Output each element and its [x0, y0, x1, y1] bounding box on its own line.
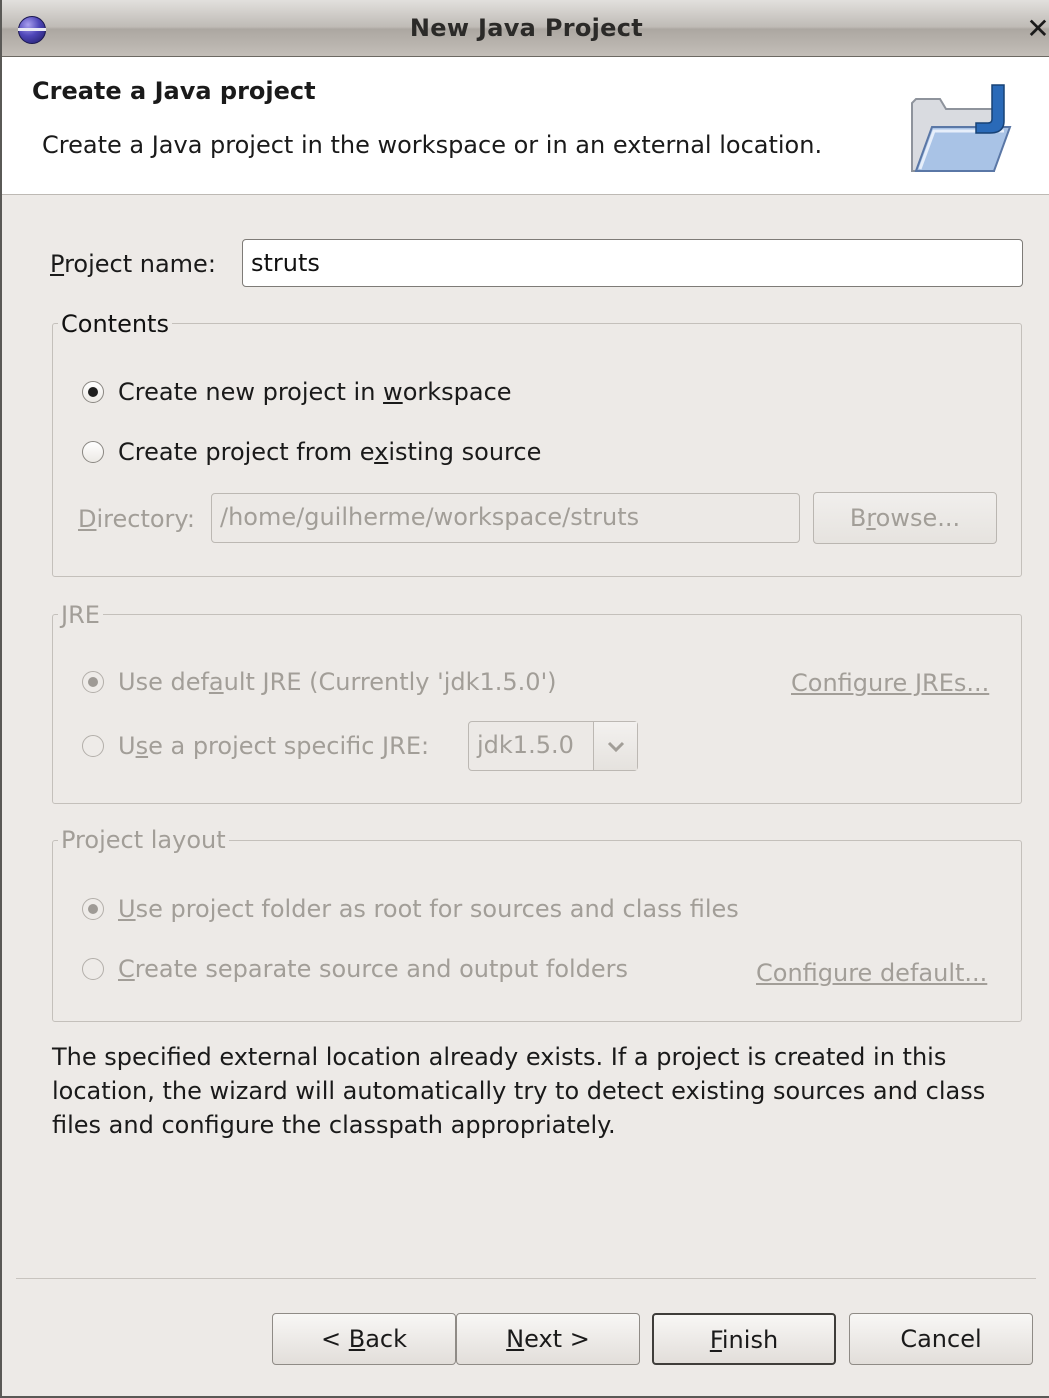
directory-label: Directory: [78, 505, 195, 533]
configure-jres-link[interactable]: Configure JREs... [791, 669, 989, 697]
back-button[interactable]: < Back [272, 1313, 456, 1365]
new-java-project-dialog: New Java Project ✕ Create a Java project… [0, 0, 1049, 1398]
window-title: New Java Project [409, 14, 644, 42]
radio-selected-dot [88, 677, 98, 687]
default-jre-radio[interactable] [82, 671, 104, 693]
cancel-button[interactable]: Cancel [849, 1313, 1033, 1365]
project-name-label: Project name: [50, 250, 216, 278]
project-folder-root-radio[interactable] [82, 898, 104, 920]
project-layout-group-title: Project layout [58, 826, 229, 854]
separate-folders-label[interactable]: Create separate source and output folder… [118, 955, 628, 983]
jre-select-value: jdk1.5.0 [477, 731, 574, 759]
project-specific-jre-radio[interactable] [82, 735, 104, 757]
create-from-existing-radio[interactable] [82, 441, 104, 463]
separate-folders-radio[interactable] [82, 958, 104, 980]
finish-button[interactable]: Finish [652, 1313, 836, 1365]
radio-selected-dot [88, 904, 98, 914]
title-bar[interactable]: New Java Project ✕ [2, 0, 1049, 57]
default-jre-label[interactable]: Use default JRE (Currently 'jdk1.5.0') [118, 668, 557, 696]
wizard-banner: Create a Java project Create a Java proj… [2, 57, 1049, 195]
create-in-workspace-label[interactable]: Create new project in workspace [118, 378, 512, 406]
next-button[interactable]: Next > [456, 1313, 640, 1365]
java-folder-icon [911, 84, 1012, 172]
jre-group-title: JRE [58, 601, 103, 629]
project-folder-root-label[interactable]: Use project folder as root for sources a… [118, 895, 739, 923]
create-from-existing-label[interactable]: Create project from existing source [118, 438, 541, 466]
project-layout-group [52, 840, 1022, 1022]
page-title: Create a Java project [32, 77, 316, 105]
configure-default-link[interactable]: Configure default... [756, 959, 987, 987]
create-in-workspace-radio[interactable] [82, 381, 104, 403]
chevron-down-icon[interactable] [593, 722, 637, 770]
contents-group-title: Contents [58, 310, 172, 338]
page-description: Create a Java project in the workspace o… [42, 131, 823, 159]
project-name-input[interactable]: struts [242, 239, 1023, 287]
close-icon[interactable]: ✕ [1025, 15, 1049, 44]
jre-select[interactable]: jdk1.5.0 [468, 721, 638, 771]
directory-input[interactable]: /home/guilherme/workspace/struts [211, 493, 800, 543]
info-message: The specified external location already … [52, 1043, 986, 1139]
project-specific-jre-label[interactable]: Use a project specific JRE: [118, 732, 429, 760]
jre-group [52, 614, 1022, 804]
browse-button[interactable]: Browse... [813, 492, 997, 544]
button-bar-separator [16, 1278, 1036, 1279]
radio-selected-dot [88, 387, 98, 397]
